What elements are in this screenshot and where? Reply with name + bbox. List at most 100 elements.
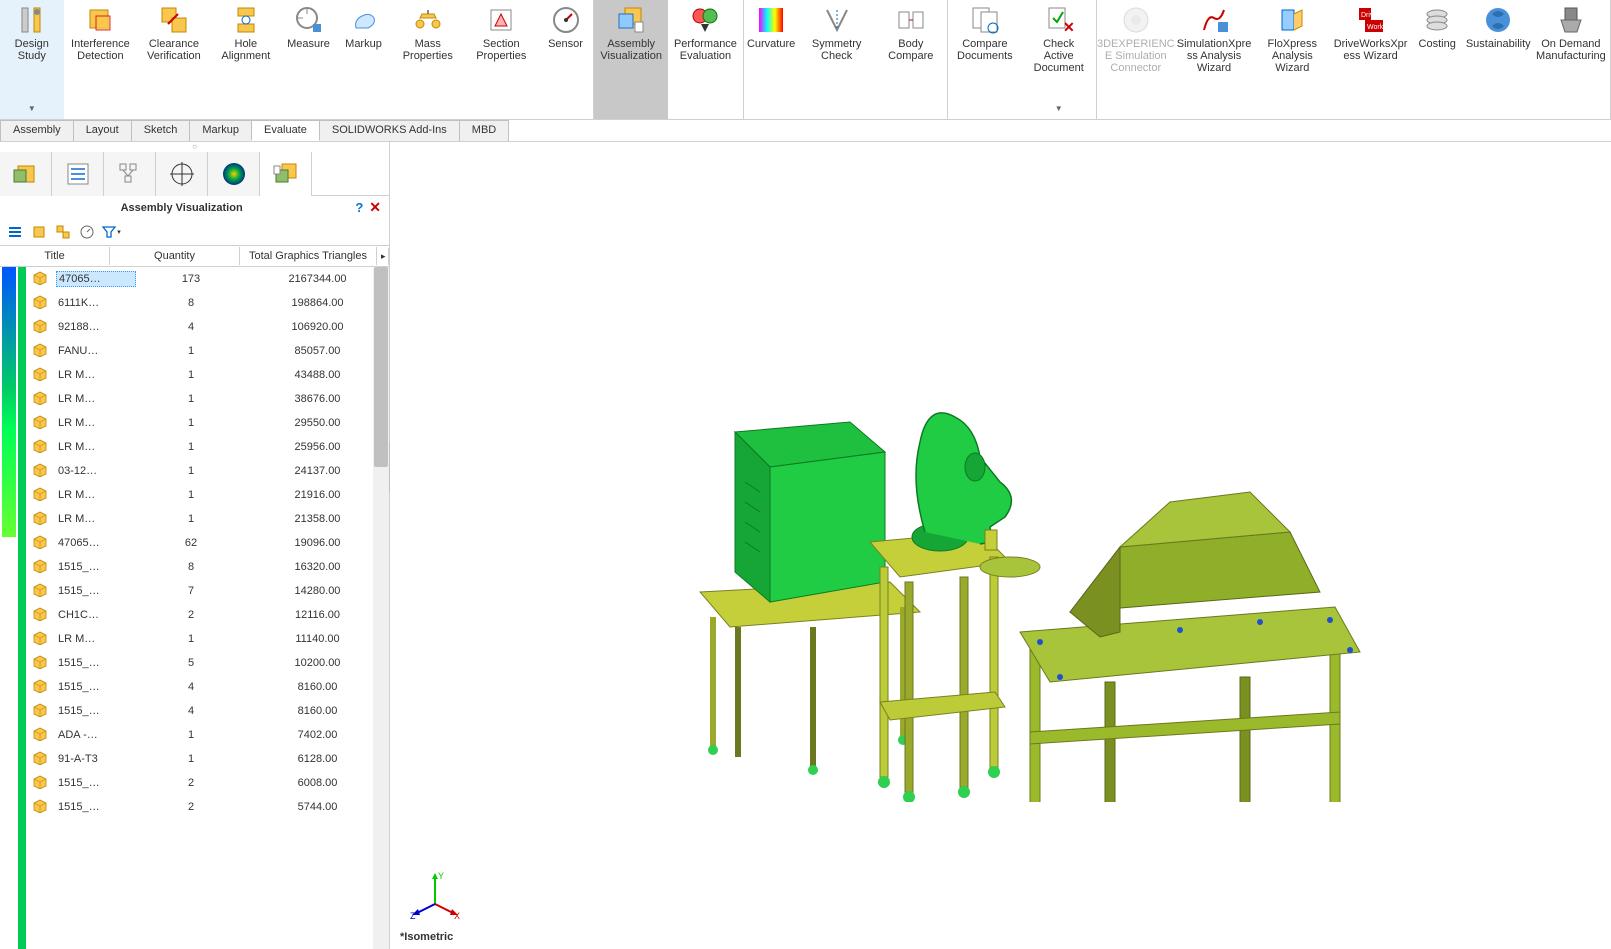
- row-quantity: 4: [136, 705, 246, 717]
- column-title[interactable]: Title: [0, 247, 110, 265]
- ribbon-interference-detection[interactable]: Interference Detection: [64, 0, 138, 119]
- triad-x-label: X: [454, 911, 460, 919]
- ribbon-label: Symmetry Check: [805, 38, 869, 62]
- table-row[interactable]: 03-12…124137.00: [32, 459, 389, 483]
- interference-detection-icon: [84, 4, 116, 36]
- panel-tab-feature-tree[interactable]: [0, 152, 52, 196]
- table-row[interactable]: LR M…138676.00: [32, 387, 389, 411]
- part-icon: [32, 727, 48, 741]
- tab-mbd[interactable]: MBD: [459, 120, 509, 141]
- table-row[interactable]: 47065…6219096.00: [32, 531, 389, 555]
- tab-layout[interactable]: Layout: [73, 120, 132, 141]
- table-row[interactable]: 1515_…26008.00: [32, 771, 389, 795]
- part-icon-wrapper: [32, 775, 52, 791]
- ribbon-sensor[interactable]: Sensor: [538, 0, 593, 119]
- group-view-button[interactable]: [52, 221, 74, 243]
- ribbon-sustainability[interactable]: Sustainability: [1465, 0, 1532, 119]
- ribbon-hole-alignment[interactable]: Hole Alignment: [211, 0, 281, 119]
- table-row[interactable]: LR M…125956.00: [32, 435, 389, 459]
- row-quantity: 1: [136, 441, 246, 453]
- svg-text:✕: ✕: [1063, 19, 1075, 35]
- part-icon: [32, 487, 48, 501]
- panel-tab-assembly-visualization[interactable]: [260, 152, 312, 196]
- tab-assembly[interactable]: Assembly: [0, 120, 74, 141]
- ribbon-section-properties[interactable]: Section Properties: [465, 0, 539, 119]
- ribbon-mass-properties[interactable]: Mass Properties: [391, 0, 465, 119]
- ribbon-check-active-document[interactable]: ✕Check Active Document▼: [1022, 0, 1096, 119]
- table-row[interactable]: 1515_…48160.00: [32, 699, 389, 723]
- part-icon: [32, 319, 48, 333]
- tab-sketch[interactable]: Sketch: [131, 120, 191, 141]
- table-row[interactable]: 6111K…8198864.00: [32, 291, 389, 315]
- view-triad[interactable]: Y X Z: [410, 869, 460, 919]
- ribbon-compare-documents[interactable]: Compare Documents: [948, 0, 1022, 119]
- tree-icon: [116, 160, 144, 188]
- curvature-icon: [755, 4, 787, 36]
- close-panel-icon[interactable]: ✕: [369, 199, 381, 216]
- flat-nested-toggle[interactable]: [4, 221, 26, 243]
- panel-tab-dimxpert[interactable]: [156, 152, 208, 196]
- table-row[interactable]: FANU…185057.00: [32, 339, 389, 363]
- table-row[interactable]: 1515_…48160.00: [32, 675, 389, 699]
- performance-evaluation-icon: [689, 4, 721, 36]
- tab-markup[interactable]: Markup: [189, 120, 252, 141]
- part-icon: [32, 751, 48, 765]
- table-row[interactable]: 1515_…714280.00: [32, 579, 389, 603]
- part-icon-wrapper: [32, 607, 52, 623]
- tab-solidworks-add-ins[interactable]: SOLIDWORKS Add-Ins: [319, 120, 460, 141]
- measure-icon: [293, 4, 325, 36]
- ribbon-assembly-visualization[interactable]: Assembly Visualization: [594, 0, 668, 119]
- tab-evaluate[interactable]: Evaluate: [251, 120, 320, 141]
- row-quantity: 4: [136, 681, 246, 693]
- help-icon[interactable]: ?: [355, 200, 363, 215]
- panel-collapse-handle-top[interactable]: ○: [0, 142, 389, 152]
- table-row[interactable]: LR M…121358.00: [32, 507, 389, 531]
- table-row[interactable]: LR M…111140.00: [32, 627, 389, 651]
- ribbon-body-compare[interactable]: Body Compare: [875, 0, 947, 119]
- ribbon-costing[interactable]: Costing: [1410, 0, 1465, 119]
- ribbon-markup[interactable]: Markup: [336, 0, 391, 119]
- column-quantity[interactable]: Quantity: [110, 247, 240, 265]
- table-row[interactable]: LR M…129550.00: [32, 411, 389, 435]
- ribbon-design-study[interactable]: Design Study▼: [0, 0, 64, 119]
- panel-tab-display-manager[interactable]: [208, 152, 260, 196]
- command-manager-tabs: AssemblyLayoutSketchMarkupEvaluateSOLIDW…: [0, 120, 1611, 142]
- table-row[interactable]: 1515_…816320.00: [32, 555, 389, 579]
- ribbon-symmetry-check[interactable]: Symmetry Check: [799, 0, 875, 119]
- column-triangles[interactable]: Total Graphics Triangles: [240, 247, 377, 265]
- table-body: 47065…1732167344.006111K…8198864.0092188…: [0, 267, 389, 949]
- ribbon-on-demand-manufacturing[interactable]: On Demand Manufacturing: [1532, 0, 1610, 119]
- filter-button[interactable]: ▾: [100, 221, 122, 243]
- ribbon-label: Design Study: [6, 38, 58, 62]
- graphics-viewport[interactable]: Y X Z *Isometric: [390, 142, 1611, 949]
- table-row[interactable]: 91-A-T316128.00: [32, 747, 389, 771]
- ribbon-driveworksxpress-wizard[interactable]: DriveWorksDriveWorksXpress Wizard: [1331, 0, 1409, 119]
- panel-tab-property-manager[interactable]: [52, 152, 104, 196]
- table-row[interactable]: 47065…1732167344.00: [32, 267, 389, 291]
- ribbon-simulationxpress-analysis-wizard[interactable]: SimulationXpress Analysis Wizard: [1175, 0, 1253, 119]
- ribbon-clearance-verification[interactable]: Clearance Verification: [137, 0, 211, 119]
- part-icon: [32, 631, 48, 645]
- row-triangles: 2167344.00: [246, 273, 389, 285]
- column-more[interactable]: ▸: [377, 248, 389, 265]
- ribbon-performance-evaluation[interactable]: Performance Evaluation: [668, 0, 742, 119]
- table-row[interactable]: 92188…4106920.00: [32, 315, 389, 339]
- part-icon-wrapper: [32, 463, 52, 479]
- ribbon-measure[interactable]: Measure: [281, 0, 336, 119]
- performance-button[interactable]: [76, 221, 98, 243]
- driveworksxpress-wizard-icon: DriveWorks: [1355, 4, 1387, 36]
- ribbon-floxpress-analysis-wizard[interactable]: FloXpress Analysis Wizard: [1253, 0, 1331, 119]
- table-row[interactable]: LR M…121916.00: [32, 483, 389, 507]
- ribbon-label: Compare Documents: [954, 38, 1016, 62]
- ribbon-label: Section Properties: [471, 38, 533, 62]
- table-row[interactable]: CH1C…212116.00: [32, 603, 389, 627]
- ribbon-curvature[interactable]: Curvature: [744, 0, 799, 119]
- table-row[interactable]: LR M…143488.00: [32, 363, 389, 387]
- table-row[interactable]: ADA -…17402.00: [32, 723, 389, 747]
- show-parts-button[interactable]: [28, 221, 50, 243]
- on-demand-manufacturing-icon: [1555, 4, 1587, 36]
- table-row[interactable]: 1515_…25744.00: [32, 795, 389, 819]
- part-icon: [32, 511, 48, 525]
- table-row[interactable]: 1515_…510200.00: [32, 651, 389, 675]
- panel-tab-configuration-manager[interactable]: [104, 152, 156, 196]
